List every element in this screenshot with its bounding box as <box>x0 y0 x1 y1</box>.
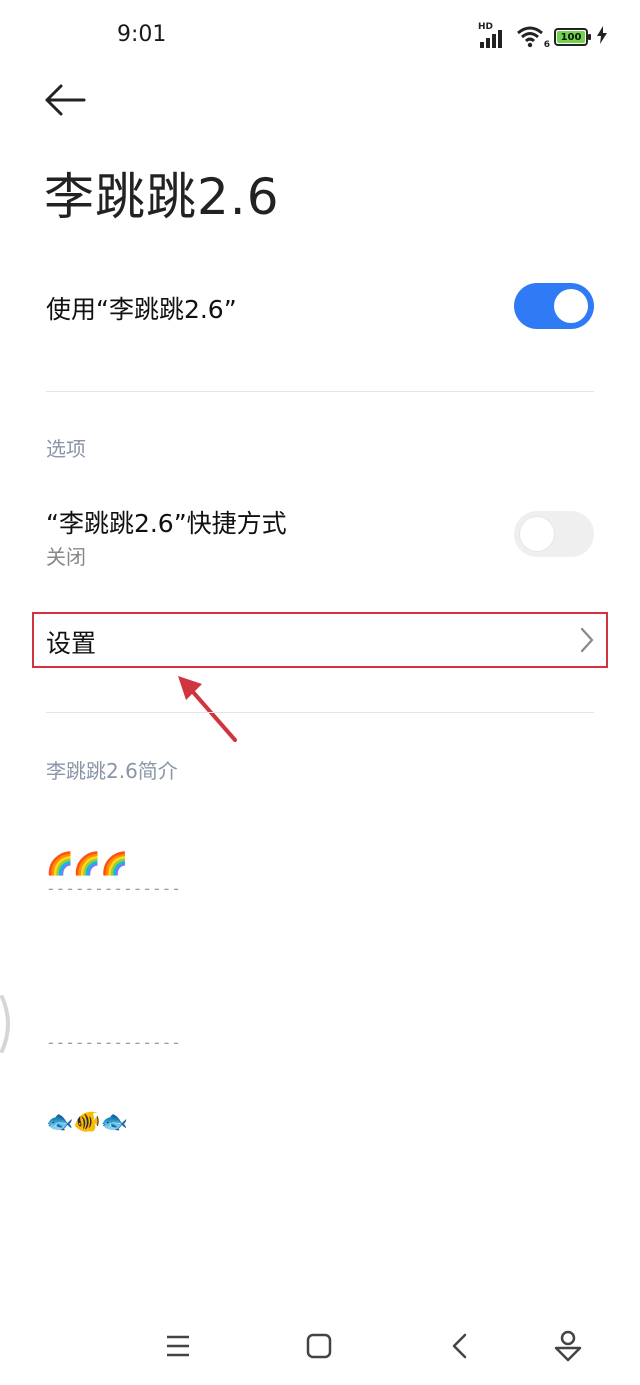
back-nav-button[interactable] <box>440 1326 480 1366</box>
shortcut-label: “李跳跳2.6”快捷方式 <box>46 509 287 538</box>
use-app-row[interactable]: 使用“李跳跳2.6” <box>0 270 640 346</box>
emoji-fish: 🐟🐠🐟 <box>46 1110 129 1135</box>
section-title-intro: 李跳跳2.6简介 <box>46 759 178 783</box>
toggle-knob <box>554 289 588 323</box>
edge-gesture-handle[interactable] <box>0 995 14 1053</box>
back-arrow-icon <box>45 84 86 116</box>
wifi-label: 6 <box>543 40 550 50</box>
page-title: 李跳跳2.6 <box>44 168 280 226</box>
dashed-separator: -------------- <box>46 879 181 898</box>
dashed-separator: -------------- <box>46 1033 181 1052</box>
home-icon <box>306 1333 332 1359</box>
assistant-icon <box>554 1330 582 1362</box>
home-button[interactable] <box>299 1326 339 1366</box>
menu-icon <box>167 1335 189 1357</box>
section-title-options: 选项 <box>46 437 86 461</box>
wifi-icon: 6 <box>516 26 550 50</box>
status-time: 9:01 <box>117 22 167 47</box>
back-nav-icon <box>452 1333 467 1359</box>
shortcut-toggle[interactable] <box>514 511 594 557</box>
signal-icon: HD <box>478 22 508 48</box>
back-button[interactable] <box>40 78 90 122</box>
charging-icon <box>596 26 608 48</box>
shortcut-row[interactable]: “李跳跳2.6”快捷方式 关闭 <box>0 496 640 576</box>
menu-button[interactable] <box>158 1326 198 1366</box>
divider <box>46 712 594 713</box>
chevron-right-icon <box>580 627 594 653</box>
annotation-arrow-icon <box>178 676 237 742</box>
settings-label: 设置 <box>46 629 97 658</box>
battery-level: 100 <box>557 31 585 43</box>
use-app-toggle[interactable] <box>514 283 594 329</box>
shortcut-status: 关闭 <box>46 545 86 569</box>
toggle-knob <box>520 517 554 551</box>
assistant-button[interactable] <box>548 1326 588 1366</box>
divider <box>46 391 594 392</box>
status-icons: HD 6 100 <box>478 22 608 52</box>
battery-icon: 100 <box>554 28 591 46</box>
use-app-label: 使用“李跳跳2.6” <box>46 295 237 324</box>
network-label: HD <box>478 22 494 32</box>
settings-row[interactable]: 设置 <box>32 612 608 668</box>
emoji-rainbows: 🌈🌈🌈 <box>46 852 129 877</box>
